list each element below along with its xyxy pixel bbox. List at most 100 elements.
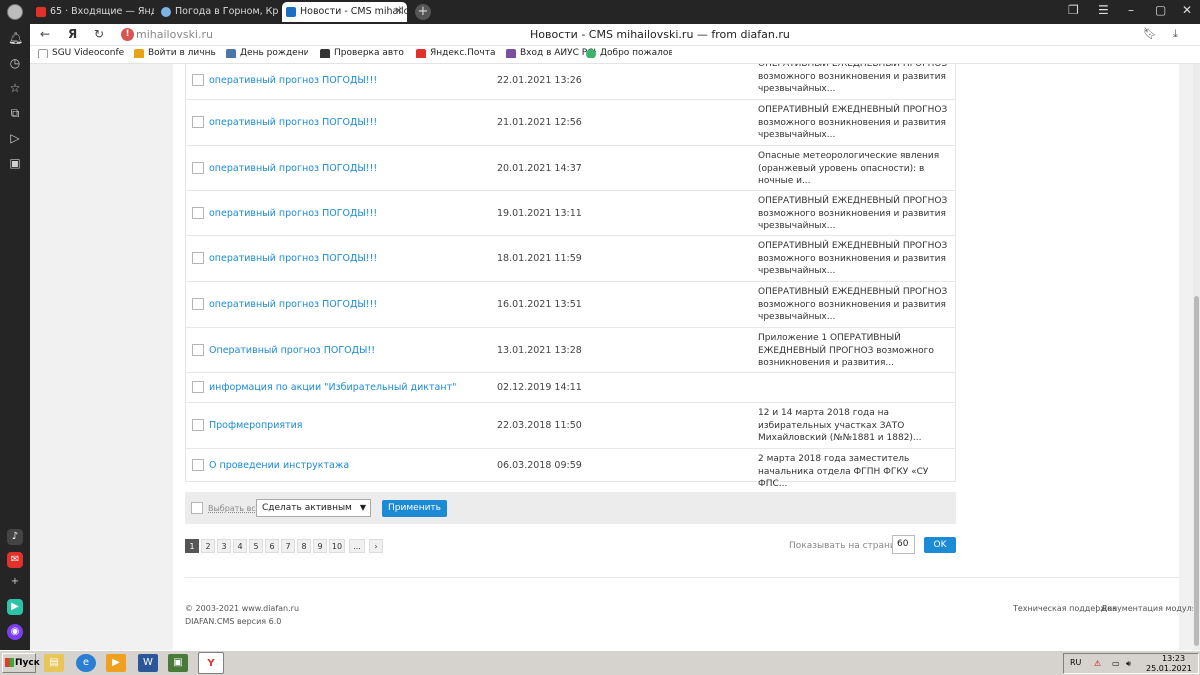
start-button[interactable]: Пуск: [2, 653, 40, 673]
page-link[interactable]: 2: [201, 539, 215, 553]
news-date: 22.01.2021 13:26: [497, 75, 582, 86]
bookmarks-bar: SGU Videoconference Войти в личный кабин…: [30, 46, 1200, 64]
row-checkbox[interactable]: [192, 419, 204, 431]
select-all-label[interactable]: Выбрать всё: [208, 504, 261, 513]
page-link[interactable]: 6: [265, 539, 279, 553]
counter-icon[interactable]: ▣: [8, 156, 22, 170]
explorer-icon[interactable]: ▤: [44, 654, 64, 672]
group-action-bar: Выбрать всё Сделать активным ▼ Применить: [185, 492, 956, 524]
video-app-icon[interactable]: ▶: [7, 599, 23, 615]
row-checkbox[interactable]: [192, 459, 204, 471]
clock-date[interactable]: 25.01.2021: [1146, 664, 1192, 673]
photo-icon[interactable]: ▣: [168, 654, 188, 672]
tabs-icon[interactable]: ❐: [1068, 3, 1079, 17]
ie-icon[interactable]: e: [76, 654, 96, 672]
bookmark-sgu[interactable]: SGU Videoconference: [38, 48, 124, 58]
add-app-icon[interactable]: +: [7, 574, 23, 590]
news-title-link[interactable]: Профмероприятия: [209, 420, 303, 431]
close-tab-icon[interactable]: ✕: [395, 2, 403, 22]
news-title-link[interactable]: оперативный прогноз ПОГОДЫ!!!: [209, 75, 377, 86]
row-checkbox[interactable]: [192, 252, 204, 264]
per-page-ok-button[interactable]: OK: [924, 537, 956, 553]
news-title-link[interactable]: оперативный прогноз ПОГОДЫ!!!: [209, 163, 377, 174]
bookmark-vk[interactable]: День рождения в ВК: [226, 48, 308, 58]
bell-icon[interactable]: 🔔︎: [8, 31, 23, 45]
bookmark-icon[interactable]: 🔖︎: [1143, 27, 1157, 40]
bookmark-welcome[interactable]: Добро пожаловать: [586, 48, 672, 58]
tab-mail[interactable]: 65 · Входящие — Яндекс.Почта: [32, 2, 154, 22]
group-action-select[interactable]: Сделать активным ▼: [256, 499, 371, 517]
close-window-icon[interactable]: ✕: [1182, 3, 1192, 17]
row-checkbox[interactable]: [192, 344, 204, 356]
mail-app-icon[interactable]: ✉: [7, 552, 23, 568]
network-icon[interactable]: ▭: [1112, 659, 1120, 668]
reload-icon[interactable]: ↻: [94, 27, 104, 41]
page-link[interactable]: 9: [313, 539, 327, 553]
new-tab-button[interactable]: +: [415, 4, 431, 20]
mail-icon: [36, 7, 46, 17]
news-title-link[interactable]: О проведении инструктажа: [209, 460, 349, 471]
yandex-icon[interactable]: Я: [68, 27, 77, 41]
music-icon[interactable]: ♪: [7, 529, 23, 545]
page-link[interactable]: 4: [233, 539, 247, 553]
news-title-link[interactable]: оперативный прогноз ПОГОДЫ!!!: [209, 117, 377, 128]
play-icon[interactable]: ▷: [8, 131, 22, 145]
apply-button[interactable]: Применить: [382, 500, 447, 517]
clock-time[interactable]: 13:23: [1162, 654, 1185, 663]
admin-content: оперативный прогноз ПОГОДЫ!!! 22.01.2021 …: [173, 64, 1197, 650]
news-title-link[interactable]: Оперативный прогноз ПОГОДЫ!!: [209, 345, 375, 356]
row-checkbox[interactable]: [192, 162, 204, 174]
media-player-icon[interactable]: ▶: [106, 654, 126, 672]
minimize-icon[interactable]: –: [1128, 3, 1134, 17]
page-link[interactable]: 8: [297, 539, 311, 553]
news-title-link[interactable]: оперативный прогноз ПОГОДЫ!!!: [209, 208, 377, 219]
per-page-input[interactable]: 60: [892, 535, 915, 554]
page-icon: [38, 49, 48, 58]
download-icon[interactable]: ⤓: [1173, 27, 1178, 41]
row-checkbox[interactable]: [192, 381, 204, 393]
insecure-icon[interactable]: !: [121, 28, 134, 41]
back-icon[interactable]: ←: [40, 27, 50, 41]
network-warning-icon[interactable]: ⚠: [1094, 659, 1101, 668]
news-title-link[interactable]: информация по акции "Избирательный дикта…: [209, 382, 456, 393]
news-title-link[interactable]: оперативный прогноз ПОГОДЫ!!!: [209, 253, 377, 264]
yandex-browser-icon[interactable]: Y: [198, 652, 224, 674]
row-checkbox[interactable]: [192, 207, 204, 219]
page-link[interactable]: 7: [281, 539, 295, 553]
bookmark-cabinet[interactable]: Войти в личный кабинет: [134, 48, 216, 58]
news-date: 20.01.2021 14:37: [497, 163, 582, 174]
page-link[interactable]: 1: [185, 539, 199, 553]
volume-icon[interactable]: 🔊︎: [1126, 659, 1131, 669]
row-checkbox[interactable]: [192, 116, 204, 128]
address-bar[interactable]: mihailovski.ru: [136, 28, 213, 41]
row-checkbox[interactable]: [192, 74, 204, 86]
maximize-icon[interactable]: ▢: [1155, 3, 1166, 17]
page-scrollbar[interactable]: [1193, 64, 1200, 650]
docs-link[interactable]: Документация модуля: [1101, 604, 1197, 613]
bookmark-gibdd[interactable]: Проверка авто по ГИБДД: [320, 48, 406, 58]
star-icon[interactable]: ☆: [8, 81, 22, 95]
bookmark-yandex-mail[interactable]: Яндекс.Почта: [416, 48, 498, 58]
news-title-link[interactable]: оперативный прогноз ПОГОДЫ!!!: [209, 299, 377, 310]
word-icon[interactable]: W: [138, 654, 158, 672]
tab-news-cms[interactable]: Новости - CMS mihailovski.ru ✕: [282, 2, 407, 22]
alice-icon[interactable]: ◉: [7, 624, 23, 640]
select-all-checkbox[interactable]: [191, 502, 203, 514]
page-link[interactable]: 5: [249, 539, 263, 553]
vk-icon: [226, 49, 236, 58]
collections-icon[interactable]: ⧉: [8, 106, 22, 120]
profile-avatar[interactable]: [7, 4, 23, 20]
table-row: оперативный прогноз ПОГОДЫ!!! 19.01.2021 …: [185, 191, 956, 236]
tab-weather[interactable]: Погода в Горном, Красноярский: [157, 2, 279, 22]
page-link[interactable]: ...: [349, 539, 365, 553]
page-link[interactable]: ›: [369, 539, 383, 553]
windows-flag-icon: [5, 658, 14, 667]
page-link[interactable]: 10: [329, 539, 345, 553]
history-icon[interactable]: ◷: [8, 56, 22, 70]
table-row: оперативный прогноз ПОГОДЫ!!! 20.01.2021 …: [185, 146, 956, 191]
scrollbar-thumb[interactable]: [1194, 296, 1199, 646]
row-checkbox[interactable]: [192, 298, 204, 310]
bookmark-aius[interactable]: Вход в АИУС РСЧС: [506, 48, 596, 58]
menu-icon[interactable]: ☰: [1098, 3, 1109, 17]
page-link[interactable]: 3: [217, 539, 231, 553]
